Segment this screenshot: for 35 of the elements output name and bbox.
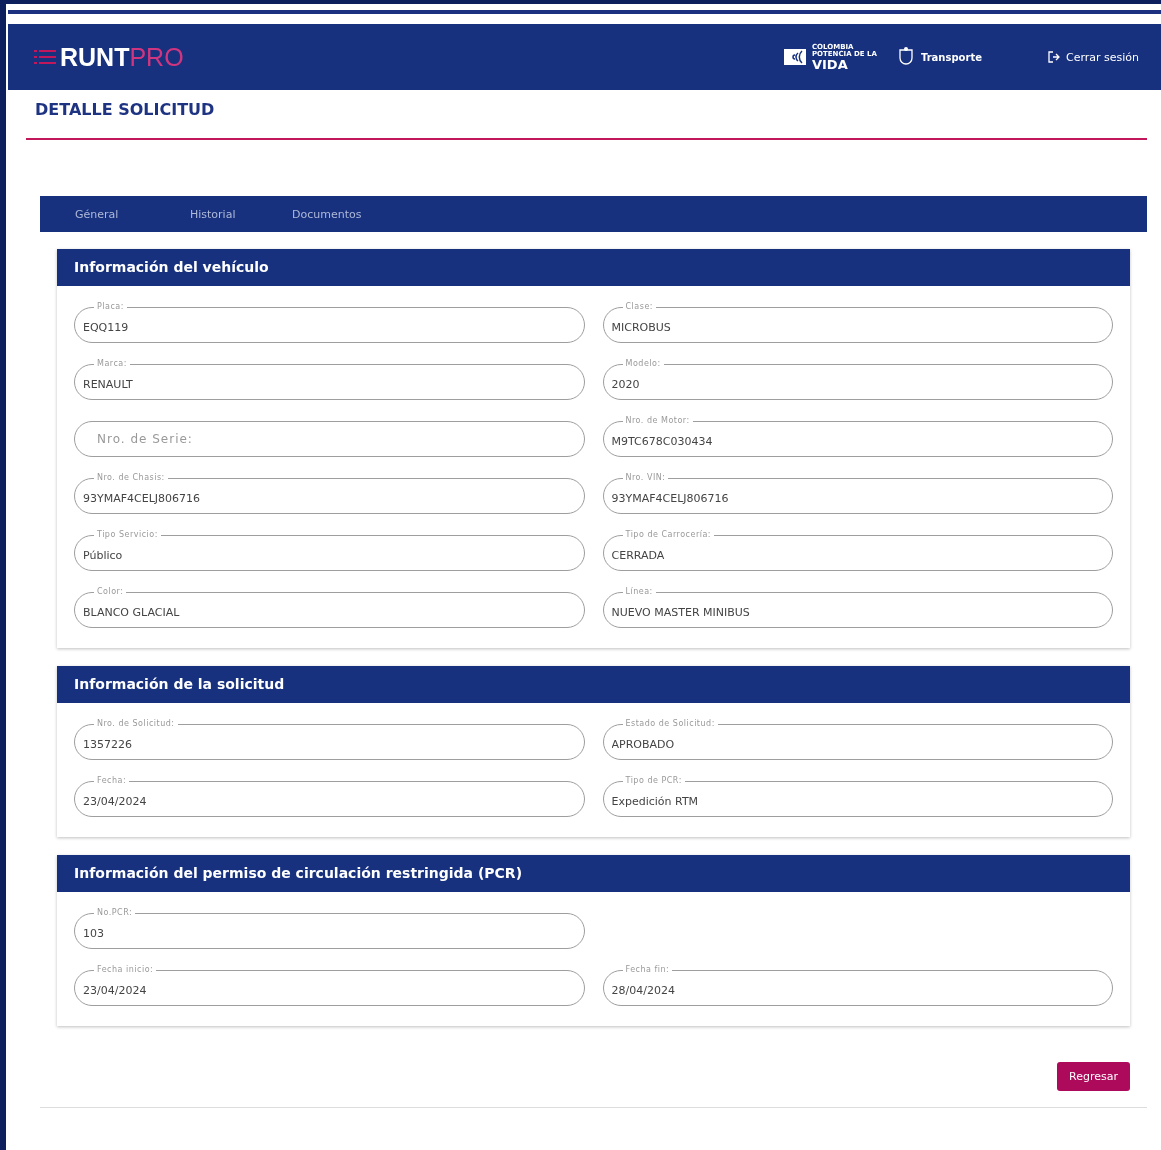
field-label: Tipo de Carrocería: <box>622 531 714 539</box>
field-label: Color: <box>94 588 127 596</box>
logout-icon <box>1047 51 1060 63</box>
tab[interactable]: Historial <box>190 207 292 221</box>
field-label: Nro. VIN: <box>622 474 669 482</box>
field-label: Tipo de PCR: <box>622 777 685 785</box>
field-label: Placa: <box>94 303 127 311</box>
field-label: Clase: <box>622 303 656 311</box>
field-label: No.PCR: <box>94 909 136 917</box>
field-label: Nro. de Solicitud: <box>94 720 178 728</box>
tab[interactable]: Géneral <box>75 207 190 221</box>
section-header: Información de la solicitud <box>57 666 1130 703</box>
page-title: DETALLE SOLICITUD <box>34 99 216 121</box>
menu-icon[interactable] <box>34 49 56 65</box>
field-label: Tipo Servicio: <box>94 531 161 539</box>
field-label: Línea: <box>622 588 656 596</box>
wave-logo-icon <box>783 47 808 67</box>
field-label: Fecha fin: <box>622 966 673 974</box>
brand-text: VIDA <box>811 57 849 71</box>
field-label: Fecha: <box>94 777 130 785</box>
logout-link[interactable]: Cerrar sesión <box>1047 50 1139 64</box>
field-label: Marca: <box>94 360 130 368</box>
back-button[interactable]: Regresar <box>1057 1062 1130 1091</box>
field-label: Fecha inicio: <box>94 966 157 974</box>
field-label: Nro. de Motor: <box>622 417 693 425</box>
section-header: Información del vehículo <box>57 249 1130 286</box>
ministry-text: Transporte <box>920 51 982 63</box>
field-label: Nro. de Chasis: <box>94 474 168 482</box>
section-header: Información del permiso de circulación restringida (PCR) <box>57 855 1130 892</box>
tab[interactable]: Documentos <box>292 207 412 221</box>
logo-text: RUNTPRO <box>60 42 184 72</box>
input-field[interactable]: Nro. de Serie: <box>74 421 585 457</box>
field-label: Modelo: <box>622 360 664 368</box>
field-label: Estado de Solicitud: <box>622 720 718 728</box>
shield-icon <box>896 46 915 68</box>
